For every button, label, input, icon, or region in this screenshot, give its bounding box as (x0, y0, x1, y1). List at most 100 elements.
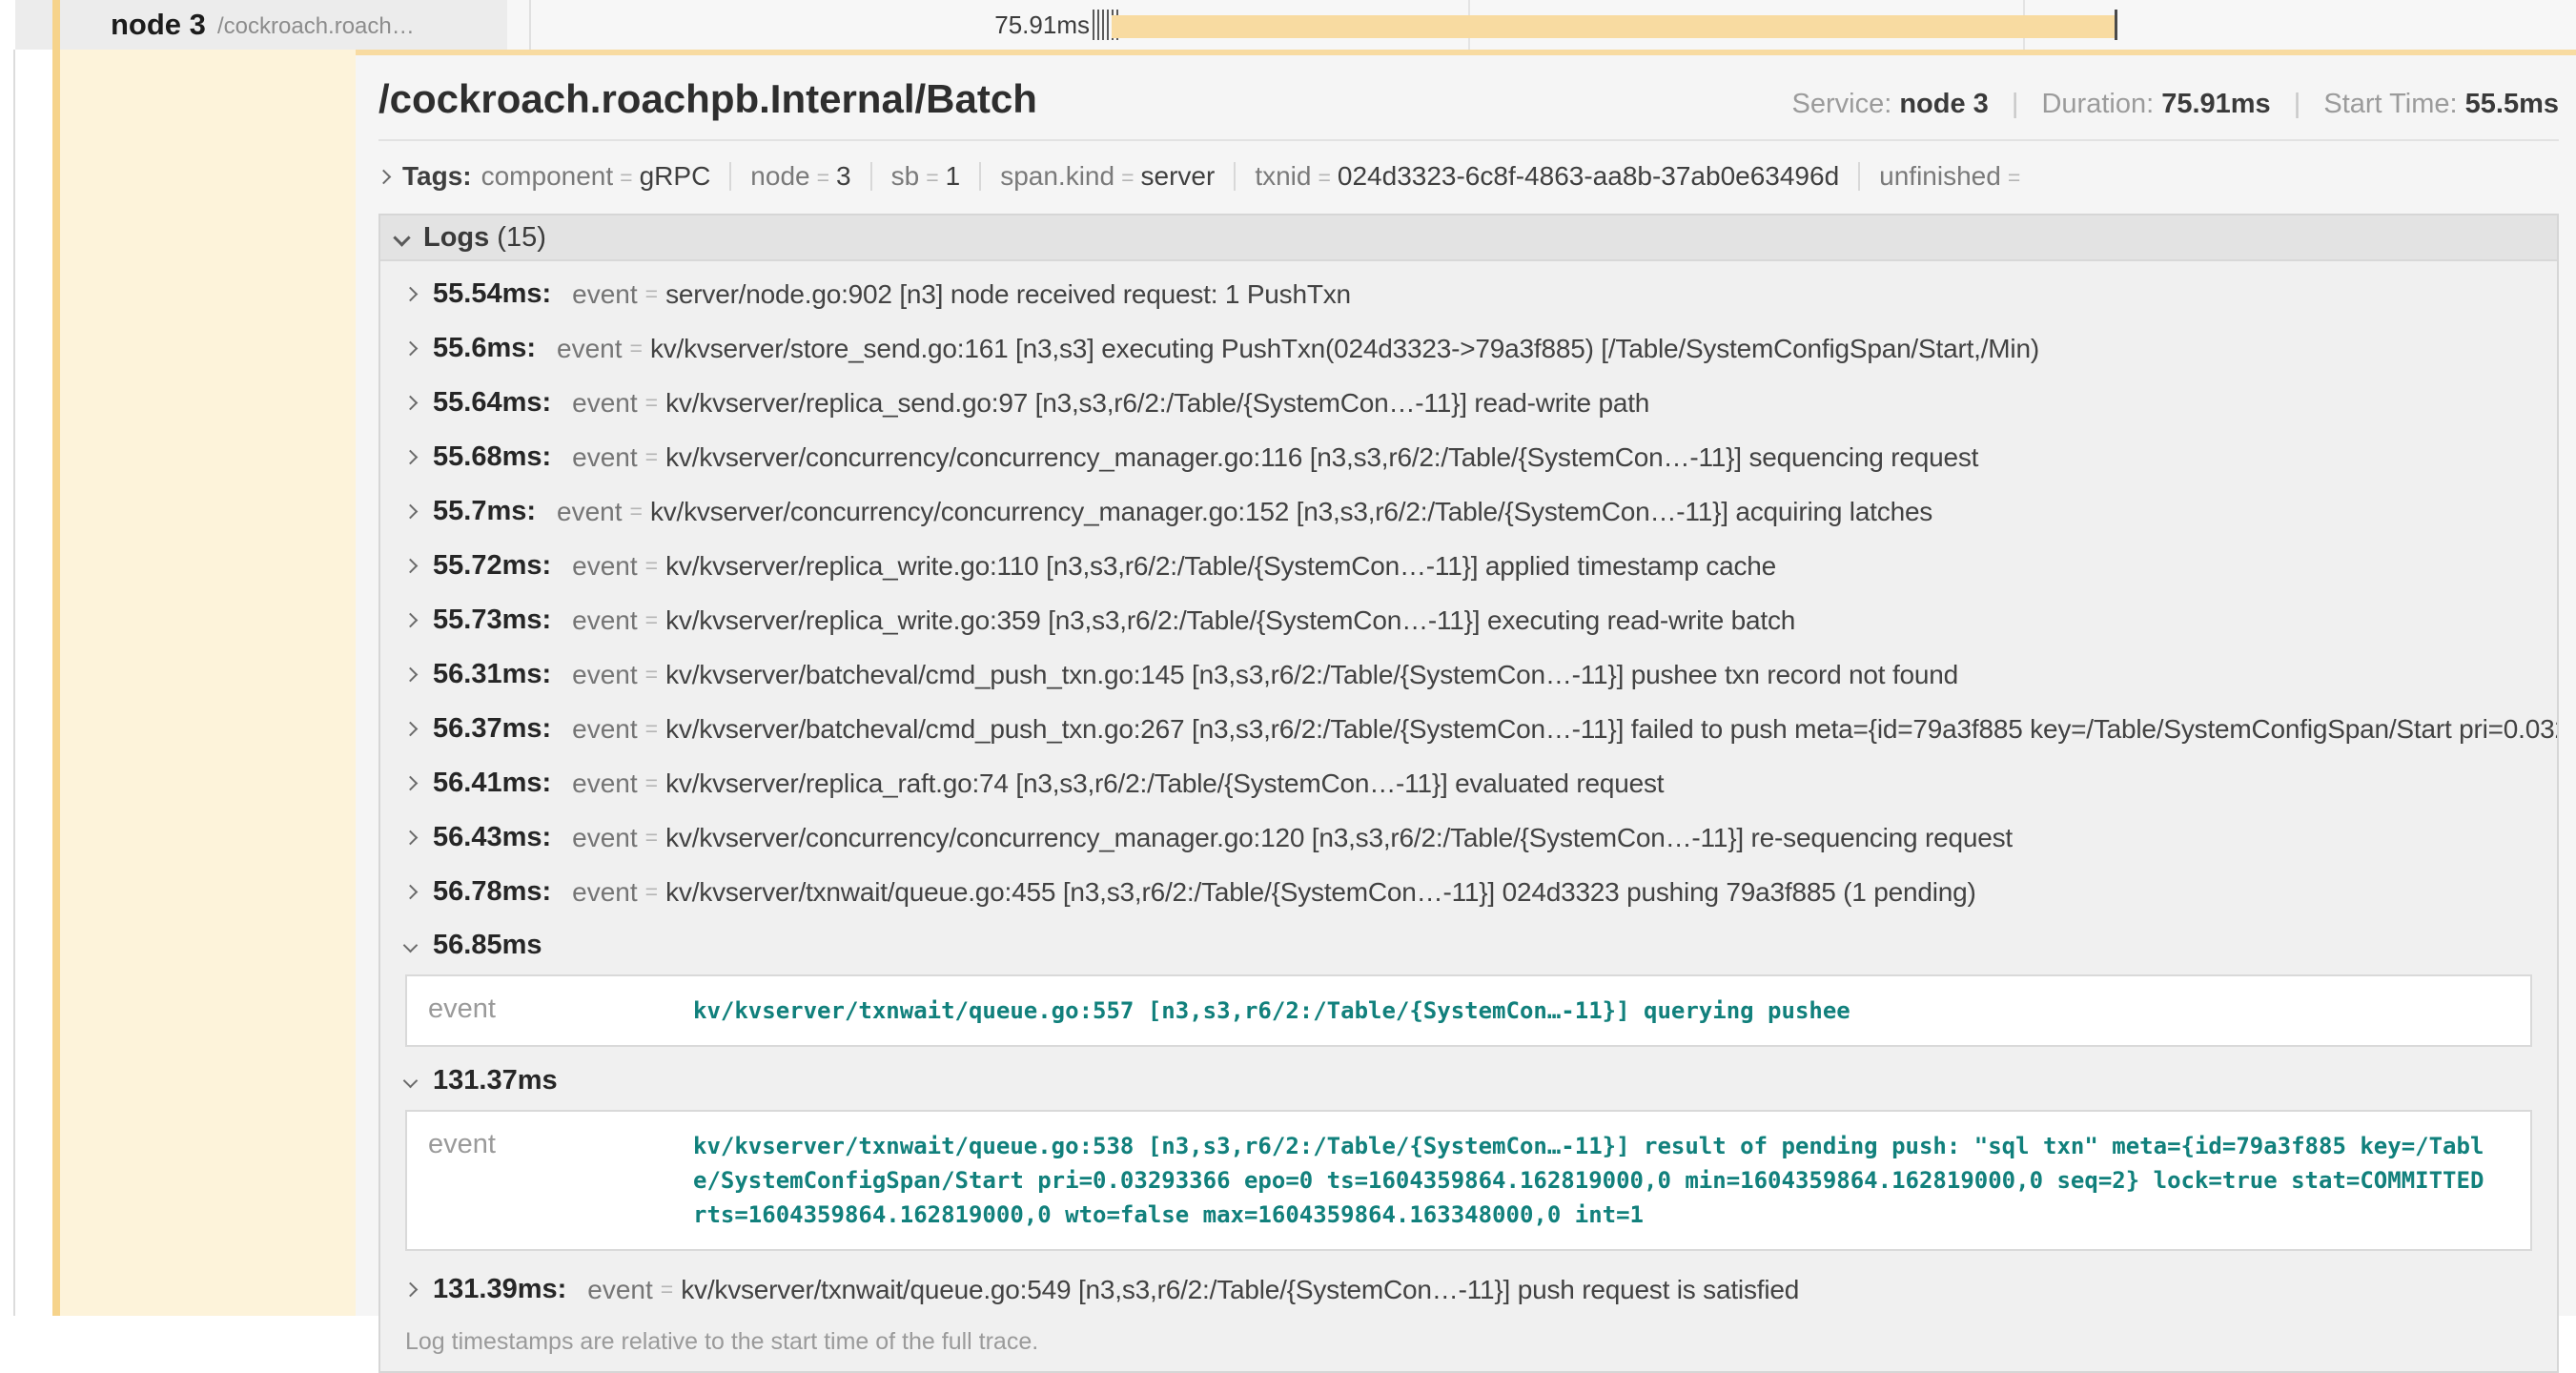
tag-item: node=3 (750, 161, 850, 192)
tag-divider (1858, 162, 1860, 191)
timeline-column-divider (529, 0, 531, 50)
span-detail-panel: /cockroach.roachpb.Internal/Batch Servic… (356, 55, 2576, 1316)
tag-divider (1234, 162, 1236, 191)
chevron-right-icon (403, 885, 419, 900)
equals-sign: = (1121, 165, 1134, 190)
detail-header: /cockroach.roachpb.Internal/Batch Servic… (378, 69, 2559, 141)
log-message: kv/kvserver/txnwait/queue.go:549 [n3,s3,… (681, 1275, 1799, 1305)
span-name-cell[interactable]: node 3 /cockroach.roach… (15, 0, 507, 50)
log-row[interactable]: 55.72ms:event=kv/kvserver/replica_write.… (380, 539, 2557, 593)
log-row[interactable]: 56.43ms:event=kv/kvserver/concurrency/co… (380, 810, 2557, 865)
equals-sign: = (645, 879, 658, 905)
chevron-right-icon (403, 776, 419, 791)
equals-sign: = (661, 1277, 673, 1302)
log-row[interactable]: 56.41ms: event = kv/kvserver/replica_raft.g… (380, 756, 2557, 810)
log-timestamp: 56.43ms: (433, 822, 551, 853)
log-field-key: event (572, 768, 638, 799)
equals-sign: = (645, 281, 658, 307)
tag-key: sb (891, 161, 920, 191)
tag-value: 024d3323-6c8f-4863-aa8b-37ab0e63496d (1338, 161, 1839, 191)
log-field-key: event (572, 660, 638, 690)
equals-sign: = (620, 165, 632, 190)
log-message: kv/kvserver/concurrency/concurrency_mana… (650, 497, 1932, 527)
log-row[interactable]: 55.73ms:event=kv/kvserver/replica_write.… (380, 593, 2557, 647)
span-timeline-cell[interactable]: 75.91ms (507, 0, 2576, 50)
log-row[interactable]: 55.6ms:event=kv/kvserver/store_send.go:1… (380, 321, 2557, 376)
equals-sign: = (2008, 165, 2020, 190)
logs-accordion-header[interactable]: Logs (15) (380, 215, 2557, 261)
chevron-right-icon (403, 613, 419, 628)
meta-divider: | (2294, 89, 2301, 119)
chevron-right-icon (403, 450, 419, 465)
logs-footer-note: Log timestamps are relative to the start… (380, 1317, 2557, 1371)
log-marker-tick (1107, 10, 1109, 40)
log-message: kv/kvserver/concurrency/concurrency_mana… (665, 823, 2013, 853)
log-field-value: kv/kvserver/txnwait/queue.go:557 [n3,s3,… (693, 994, 2507, 1028)
span-operation-name: /cockroach.roach… (217, 13, 415, 40)
log-timestamp: 56.37ms: (433, 713, 551, 745)
log-marker-tick (1097, 10, 1099, 40)
log-row[interactable]: 55.7ms:event=kv/kvserver/concurrency/con… (380, 484, 2557, 539)
span-row[interactable]: node 3 /cockroach.roach… 75.91ms (0, 0, 2576, 50)
service-label: Service: (1792, 89, 1892, 119)
log-timestamp: 131.37ms (433, 1065, 558, 1096)
chevron-down-icon (403, 1073, 419, 1088)
log-row-expanded-header[interactable]: 56.85ms (380, 923, 2557, 967)
span-accent-stripe (52, 0, 60, 1316)
logs-count: (15) (497, 222, 546, 254)
logs-accordion: Logs (15) 55.54ms:event=server/node.go:9… (378, 214, 2559, 1373)
span-meta: Service: node 3 | Duration: 75.91ms | St… (1792, 89, 2560, 120)
tag-key: component (481, 161, 614, 191)
log-timestamp: 55.72ms: (433, 550, 551, 582)
log-message: kv/kvserver/replica_send.go:97 [n3,s3,r6… (665, 388, 1649, 419)
log-marker-tick-end (2115, 10, 2117, 40)
chevron-right-icon (403, 559, 419, 574)
tag-key: span.kind (1000, 161, 1114, 191)
equals-sign: = (1318, 165, 1330, 190)
log-row-expanded-header[interactable]: 131.37ms (380, 1058, 2557, 1102)
equals-sign: = (645, 770, 658, 796)
log-timestamp: 56.31ms: (433, 659, 551, 690)
equals-sign: = (645, 716, 658, 742)
log-field-key: event (572, 388, 638, 419)
log-row[interactable]: 55.54ms:event=server/node.go:902 [n3] no… (380, 267, 2557, 321)
log-field-key: event (572, 551, 638, 582)
log-row[interactable]: 56.78ms:event=kv/kvserver/txnwait/queue.… (380, 865, 2557, 919)
log-message: kv/kvserver/replica_write.go:359 [n3,s3,… (665, 605, 1795, 636)
chevron-down-icon (403, 937, 419, 953)
log-message: kv/kvserver/replica_raft.go:74 [n3,s3,r6… (665, 768, 1664, 799)
log-field-key: event (572, 823, 638, 853)
tag-key: txnid (1255, 161, 1311, 191)
tags-accordion-toggle[interactable]: Tags: component=gRPCnode=3sb=1span.kind=… (378, 154, 2559, 198)
log-message: kv/kvserver/batcheval/cmd_push_txn.go:14… (665, 660, 1958, 690)
log-message: kv/kvserver/txnwait/queue.go:455 [n3,s3,… (665, 877, 1976, 908)
tag-divider (870, 162, 872, 191)
log-row[interactable]: 56.31ms:event=kv/kvserver/batcheval/cmd_… (380, 647, 2557, 702)
log-detail-box: eventkv/kvserver/txnwait/queue.go:538 [n… (405, 1110, 2532, 1251)
tags-list: component=gRPCnode=3sb=1span.kind=server… (481, 161, 2028, 192)
log-timestamp: 56.41ms: (433, 768, 551, 799)
log-row[interactable]: 55.64ms:event=kv/kvserver/replica_send.g… (380, 376, 2557, 430)
log-message: server/node.go:902 [n3] node received re… (665, 279, 1351, 310)
log-row[interactable]: 131.39ms:event=kv/kvserver/txnwait/queue… (380, 1262, 2557, 1317)
span-detail-row-stripe[interactable] (60, 50, 356, 1316)
chevron-right-icon (403, 1282, 419, 1298)
log-row[interactable]: 56.37ms:event=kv/kvserver/batcheval/cmd_… (380, 702, 2557, 756)
equals-sign: = (630, 499, 643, 524)
equals-sign: = (645, 553, 658, 579)
tag-divider (979, 162, 981, 191)
chevron-right-icon (403, 667, 419, 683)
duration-value: 75.91ms (2161, 89, 2271, 119)
start-time-label: Start Time: (2323, 89, 2457, 119)
chevron-right-icon (403, 504, 419, 520)
chevron-right-icon (403, 287, 419, 302)
log-detail-box: eventkv/kvserver/txnwait/queue.go:557 [n… (405, 974, 2532, 1047)
log-row[interactable]: 55.68ms:event=kv/kvserver/concurrency/co… (380, 430, 2557, 484)
chevron-right-icon (403, 830, 419, 846)
log-timestamp: 56.85ms (433, 930, 542, 961)
tag-item: txnid = 024d3323-6c8f-4863-aa8b-37ab0e6349… (1255, 161, 1839, 192)
chevron-right-icon (403, 722, 419, 737)
tag-item: unfinished= (1879, 161, 2027, 192)
log-field-key: event (572, 714, 638, 745)
chevron-down-icon (393, 229, 410, 246)
